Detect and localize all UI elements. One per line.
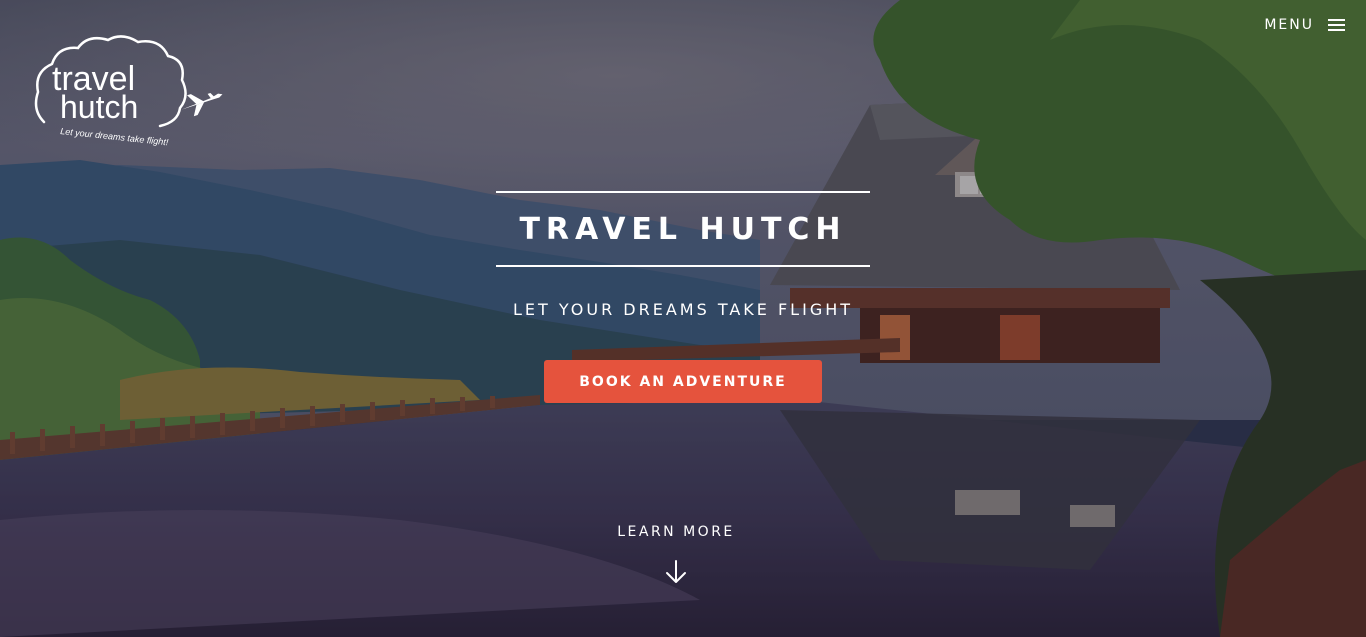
logo-graphic: travel hutch Let your dreams take flight…: [34, 35, 223, 147]
book-adventure-button[interactable]: BOOK AN ADVENTURE: [544, 360, 822, 403]
hamburger-icon: [1328, 17, 1346, 33]
site-logo[interactable]: travel hutch Let your dreams take flight…: [30, 30, 230, 160]
title-top-rule: [496, 191, 870, 193]
learn-more-link[interactable]: LEARN MORE: [576, 524, 776, 540]
title-bottom-rule: [496, 265, 870, 267]
hero-section: travel hutch Let your dreams take flight…: [0, 0, 1366, 637]
logo-slogan: Let your dreams take flight!: [60, 126, 170, 147]
menu-label: MENU: [1264, 17, 1314, 33]
arrow-down-icon[interactable]: [664, 559, 688, 585]
tagline: LET YOUR DREAMS TAKE FLIGHT: [512, 300, 854, 319]
menu-button[interactable]: MENU: [1264, 17, 1346, 33]
site-title: TRAVEL HUTCH: [519, 212, 847, 247]
logo-line2: hutch: [60, 89, 138, 125]
